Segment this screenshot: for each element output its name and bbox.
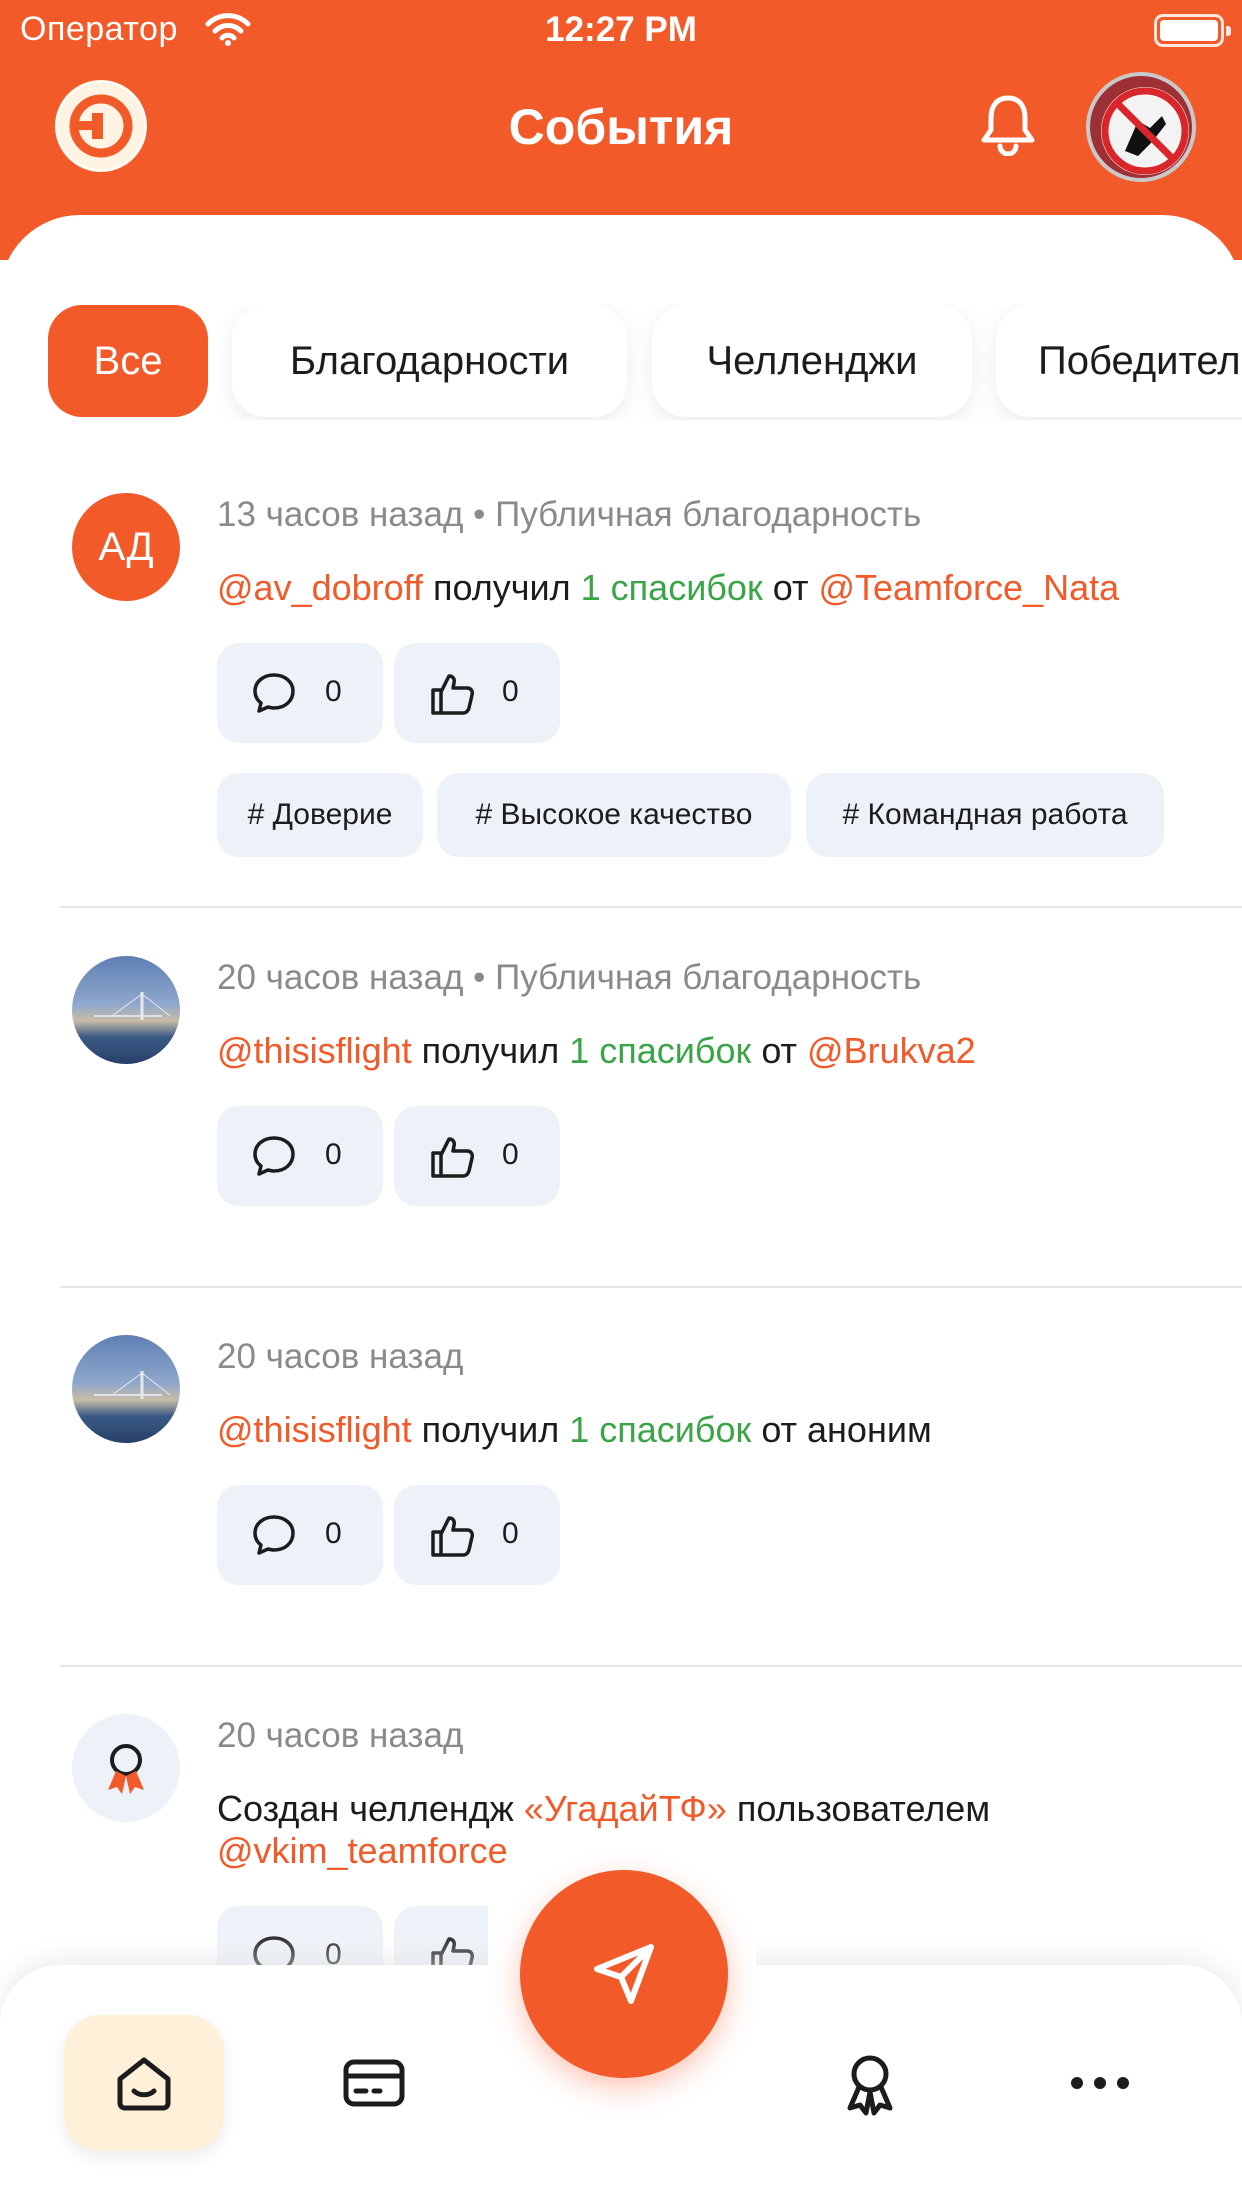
filter-all[interactable]: Все [48, 305, 208, 417]
page-title: События [508, 99, 734, 155]
tag-chip[interactable]: # Командная работа [806, 773, 1164, 857]
challenge-link[interactable]: «УгадайТФ» [524, 1788, 727, 1829]
filter-bar: Все Благодарности Челленджи Победители [0, 305, 1242, 420]
recipient-link[interactable]: @av_dobroff [217, 567, 423, 608]
meta-separator: • [473, 495, 486, 534]
user-avatar[interactable]: АД [72, 493, 180, 601]
from-text: от аноним [761, 1409, 932, 1450]
comment-button[interactable]: 0 [217, 1106, 383, 1206]
post-meta: 20 часов назад [217, 1337, 463, 1377]
post-time: 20 часов назад [217, 958, 464, 997]
send-icon [594, 1944, 654, 2004]
home-icon [117, 2057, 171, 2111]
filter-winners[interactable]: Победители [996, 305, 1242, 417]
thumbs-up-icon [431, 1516, 474, 1557]
comment-button[interactable]: 0 [217, 1485, 383, 1585]
feed-divider [60, 906, 1242, 908]
tab-card[interactable] [294, 2015, 454, 2151]
more-dots-icon [1071, 2077, 1129, 2089]
comment-count: 0 [325, 1517, 342, 1550]
post-text: Создан челлендж «УгадайТФ» пользователем… [217, 1788, 1217, 1872]
status-time: 12:27 PM [545, 10, 697, 49]
feed-divider [60, 1665, 1242, 1667]
post-text: @av_dobroff получил 1 спасибок от @Teamf… [217, 567, 1217, 609]
comment-icon [253, 1136, 295, 1176]
tag-chip[interactable]: # Высокое качество [437, 773, 791, 857]
post-time: 13 часов назад [217, 495, 464, 534]
send-thanks-button[interactable] [520, 1870, 728, 2078]
verb-text: получил [421, 1409, 560, 1450]
like-count: 0 [502, 1517, 519, 1550]
award-icon[interactable] [72, 1714, 180, 1822]
user-avatar[interactable] [72, 1335, 180, 1443]
comment-count: 0 [325, 1138, 342, 1171]
post-text: @thisisflight получил 1 спасибок от анон… [217, 1409, 1217, 1451]
verb-text: получил [433, 567, 571, 608]
comment-icon [253, 1515, 295, 1555]
post-meta: 13 часов назад • Публичная благодарность [217, 495, 921, 535]
amount-text: 1 спасибок [569, 1030, 752, 1071]
author-link[interactable]: @vkim_teamforce [217, 1830, 508, 1871]
filter-challenges[interactable]: Челленджи [652, 305, 972, 417]
comment-icon [253, 673, 295, 713]
filter-thanks[interactable]: Благодарности [232, 305, 627, 417]
tag-list: # Доверие # Высокое качество # Командная… [0, 773, 1242, 857]
thumbs-up-icon [431, 674, 474, 715]
sender-link[interactable]: @Brukva2 [807, 1030, 976, 1071]
recipient-link[interactable]: @thisisflight [217, 1030, 412, 1071]
by-text: пользователем [736, 1788, 991, 1829]
bell-icon[interactable] [978, 92, 1038, 156]
post-type: Публичная благодарность [495, 495, 922, 534]
status-bar: Оператор 12:27 PM [0, 0, 1242, 60]
thumbs-up-icon [431, 1137, 474, 1178]
post-type: Публичная благодарность [495, 958, 922, 997]
post-time: 20 часов назад [217, 1337, 464, 1376]
award-icon [847, 2055, 893, 2116]
verb-text: получил [421, 1030, 560, 1071]
meta-separator: • [473, 958, 486, 997]
user-avatar[interactable] [72, 956, 180, 1064]
card-icon [343, 2059, 405, 2107]
tag-chip[interactable]: # Доверие [217, 773, 423, 857]
comment-button[interactable]: 0 [217, 643, 383, 743]
feed-divider [60, 1286, 1242, 1288]
post-meta: 20 часов назад [217, 1716, 463, 1756]
from-text: от [761, 1030, 798, 1071]
challenge-prefix: Создан челлендж [217, 1788, 514, 1829]
post-text: @thisisflight получил 1 спасибок от @Bru… [217, 1030, 1217, 1072]
like-count: 0 [502, 1138, 519, 1171]
amount-text: 1 спасибок [569, 1409, 752, 1450]
like-button[interactable]: 0 [394, 1106, 560, 1206]
like-button[interactable]: 0 [394, 643, 560, 743]
recipient-link[interactable]: @thisisflight [217, 1409, 412, 1450]
from-text: от [772, 567, 809, 608]
like-count: 0 [502, 675, 519, 708]
tab-home[interactable] [64, 2015, 224, 2151]
amount-text: 1 спасибок [580, 567, 763, 608]
sender-link[interactable]: @Teamforce_Nata [818, 567, 1119, 608]
battery-icon [1154, 14, 1231, 47]
post-meta: 20 часов назад • Публичная благодарность [217, 958, 921, 998]
comment-count: 0 [325, 675, 342, 708]
tab-awards[interactable] [790, 2015, 950, 2151]
post-time: 20 часов назад [217, 1716, 464, 1755]
like-button[interactable]: 0 [394, 1485, 560, 1585]
profile-avatar[interactable] [1086, 72, 1196, 182]
tab-more[interactable] [1020, 2015, 1180, 2151]
